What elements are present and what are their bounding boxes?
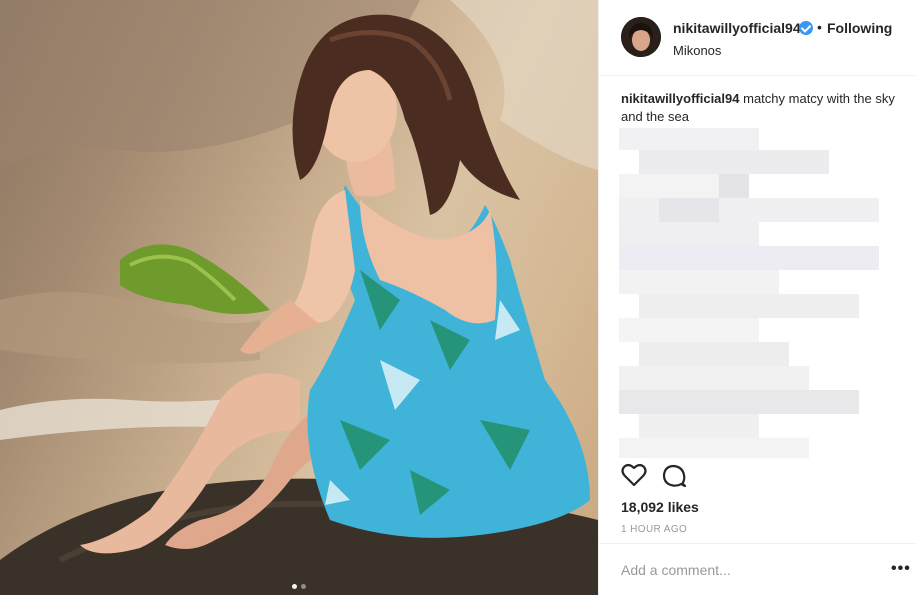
carousel-dot[interactable] [292, 584, 297, 589]
carousel-indicator[interactable] [0, 576, 598, 594]
avatar-image [621, 17, 661, 57]
post-timestamp[interactable]: 1 HOUR AGO [621, 524, 687, 535]
header-separator: • [817, 19, 822, 35]
verified-badge-icon [799, 21, 813, 35]
post-photo[interactable] [0, 0, 598, 595]
avatar[interactable] [621, 17, 661, 57]
comment-input[interactable] [621, 562, 861, 578]
more-options-icon[interactable]: ••• [891, 560, 911, 578]
post-author-username[interactable]: nikitawillyofficial94 [673, 20, 801, 36]
post-caption: nikitawillyofficial94 matchy matcy with … [621, 90, 901, 126]
post-side-panel: nikitawillyofficial94 • Following Mikono… [598, 0, 915, 595]
heart-icon[interactable] [621, 463, 647, 487]
post-location[interactable]: Mikonos [673, 43, 721, 58]
pixelated-comments [619, 128, 889, 458]
post-header: nikitawillyofficial94 • Following Mikono… [599, 0, 915, 76]
caption-username[interactable]: nikitawillyofficial94 [621, 91, 740, 106]
comment-bar: ••• [599, 543, 915, 595]
carousel-dot[interactable] [301, 584, 306, 589]
comment-bubble-icon[interactable] [661, 463, 687, 489]
photo-illustration [0, 0, 598, 595]
following-button[interactable]: Following [827, 20, 892, 36]
likes-count[interactable]: 18,092 likes [621, 499, 699, 515]
